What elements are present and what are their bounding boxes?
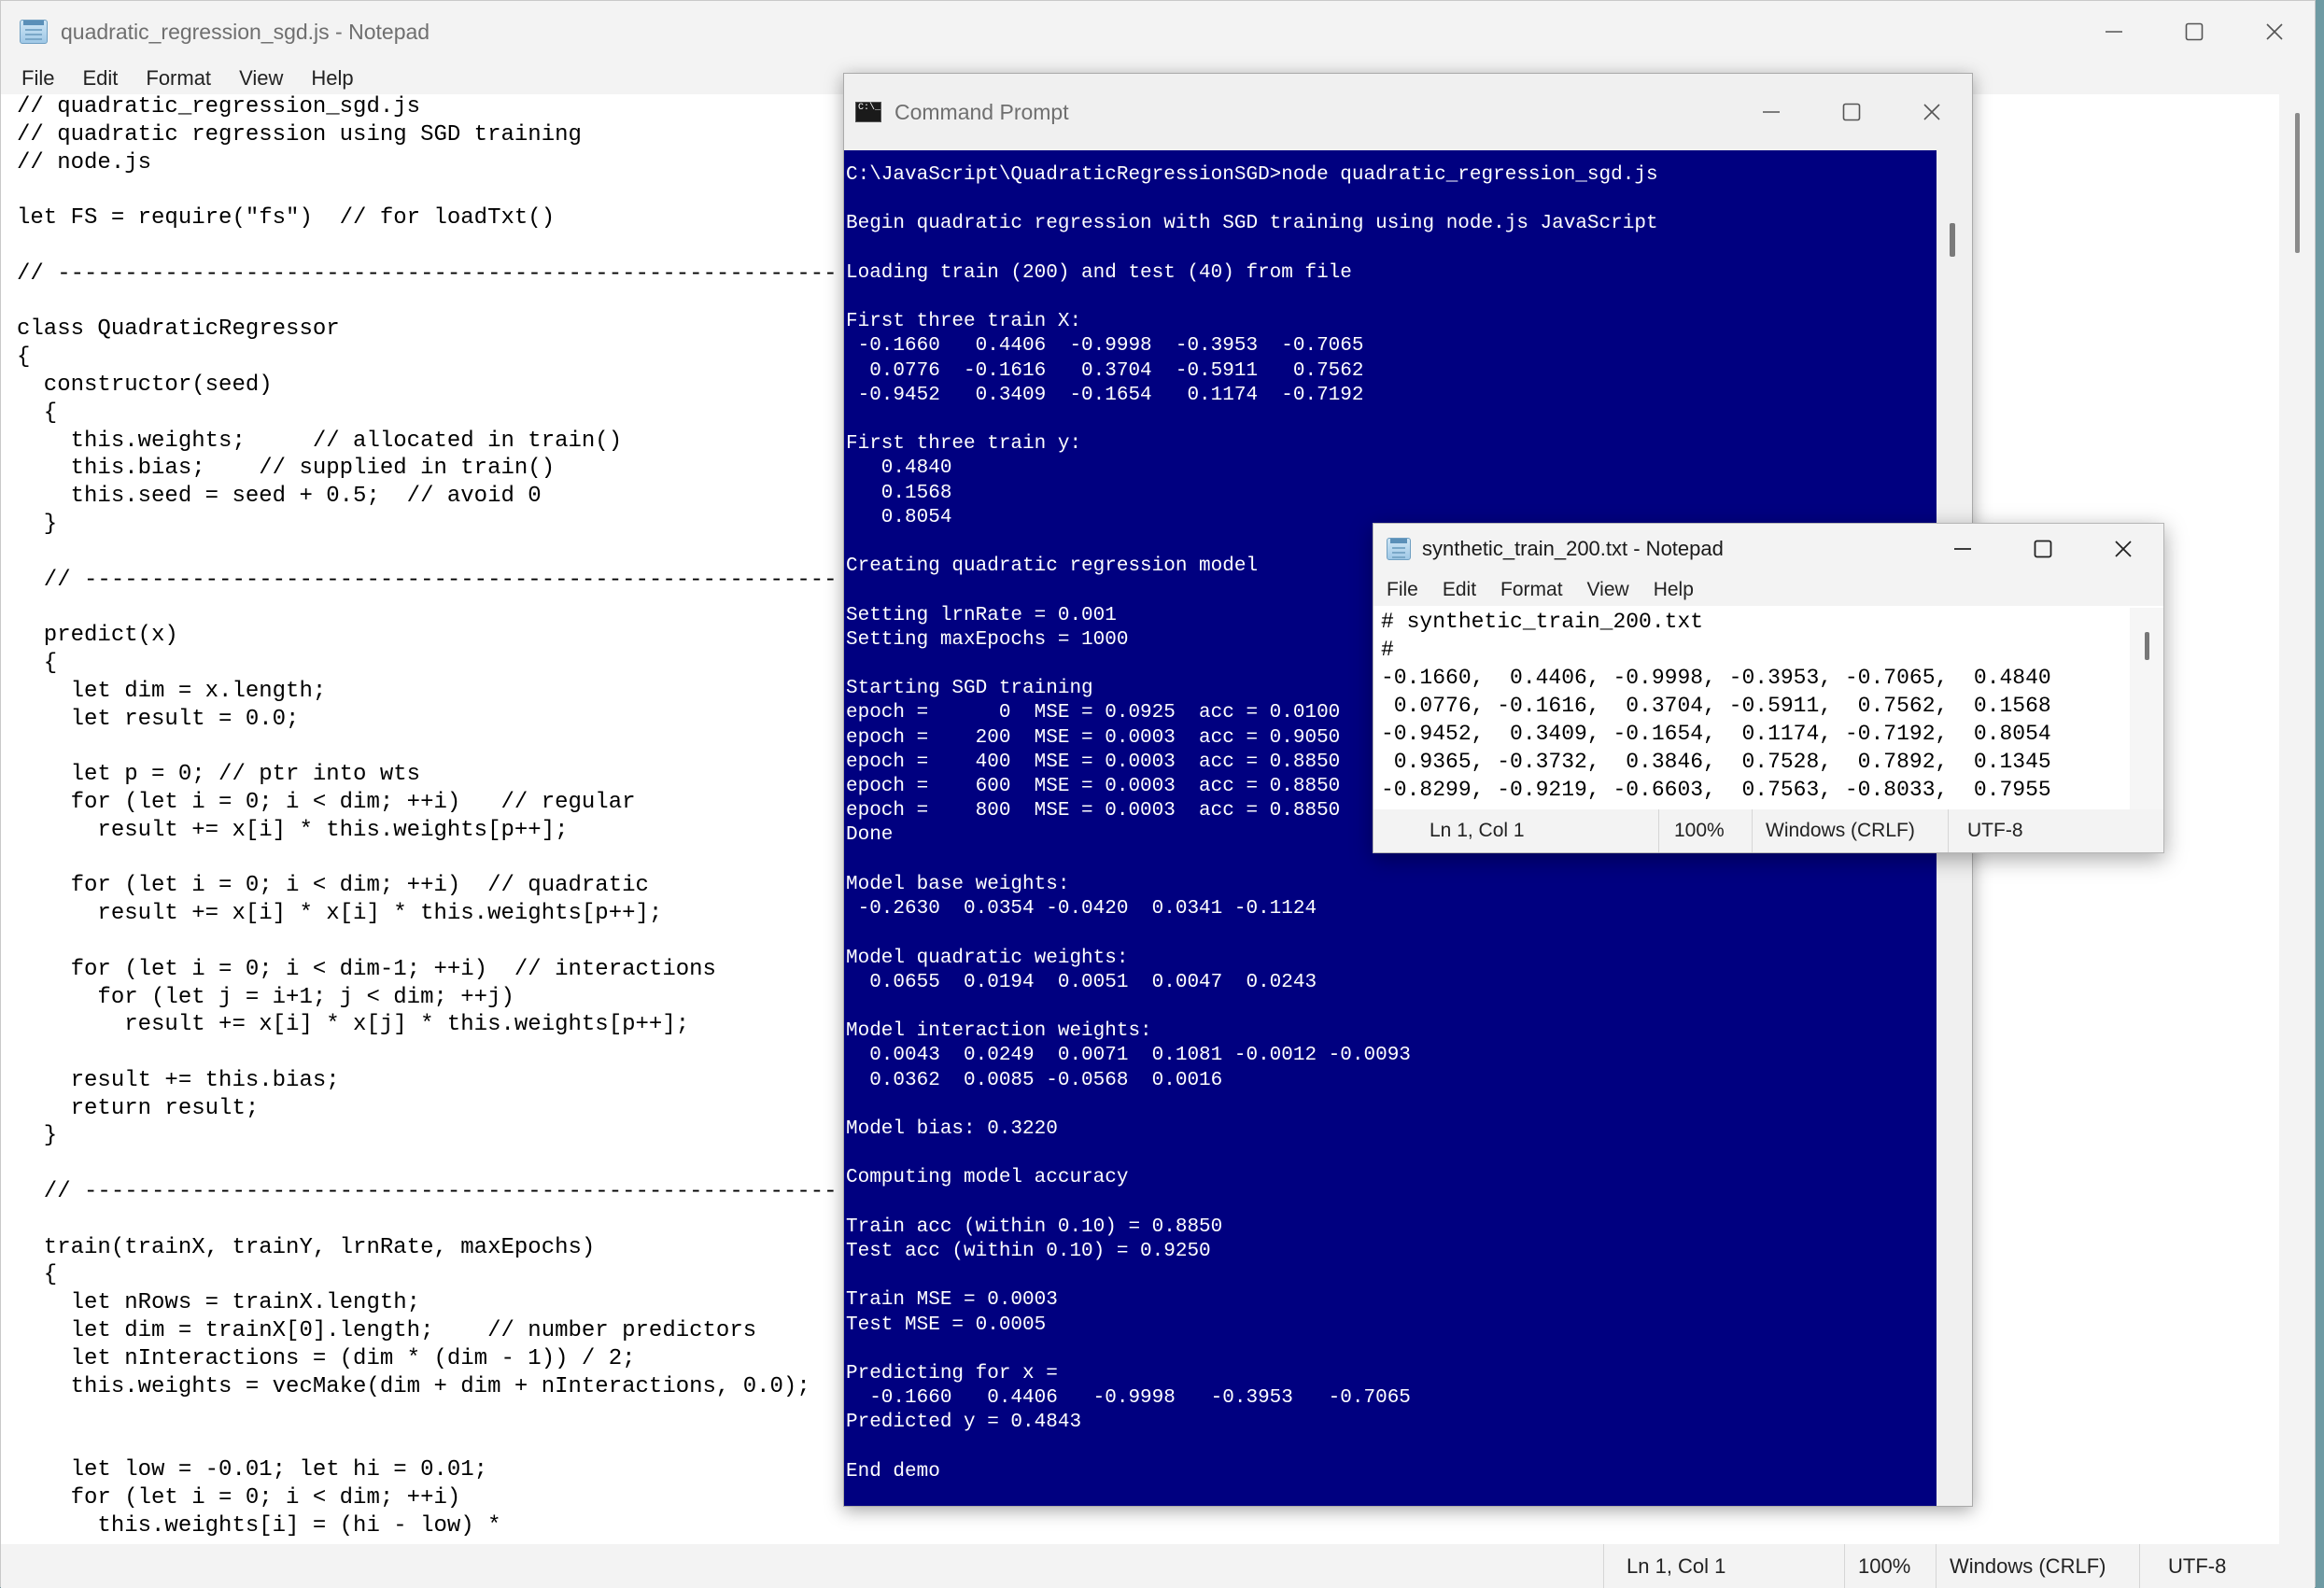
maximize-icon: [2185, 22, 2204, 41]
main-statusbar: Ln 1, Col 1 100% Windows (CRLF) UTF-8: [1, 1544, 2315, 1588]
cmd-scrollbar-thumb[interactable]: [1950, 223, 1955, 257]
menu-edit[interactable]: Edit: [1443, 579, 1476, 601]
close-icon: [2115, 541, 2132, 557]
menu-view[interactable]: View: [1587, 579, 1629, 601]
minimize-icon: [1763, 111, 1780, 113]
data-statusbar: Ln 1, Col 1 100% Windows (CRLF) UTF-8: [1373, 809, 2163, 852]
status-line-endings: Windows (CRLF): [1752, 809, 1948, 852]
minimize-icon: [1954, 548, 1971, 550]
close-button[interactable]: [2234, 1, 2315, 63]
menu-help[interactable]: Help: [311, 66, 353, 91]
menu-view[interactable]: View: [239, 66, 283, 91]
minimize-icon: [2106, 31, 2122, 33]
minimize-button[interactable]: [2074, 1, 2154, 63]
notepad-app-icon: [20, 20, 48, 44]
cmd-minimize-button[interactable]: [1731, 74, 1811, 150]
notepad-app-icon: [1387, 538, 1411, 560]
cmd-app-icon: C:\_: [855, 102, 881, 122]
menu-format[interactable]: Format: [146, 66, 211, 91]
scrollbar-thumb[interactable]: [2295, 113, 2300, 253]
status-encoding: UTF-8: [2139, 1544, 2315, 1588]
cmd-titlebar[interactable]: C:\_ Command Prompt: [844, 74, 1972, 150]
status-position: Ln 1, Col 1: [1603, 1544, 1844, 1588]
close-icon: [1923, 104, 1940, 120]
status-encoding: UTF-8: [1948, 809, 2163, 852]
close-icon: [2266, 23, 2283, 40]
status-line-endings: Windows (CRLF): [1936, 1544, 2139, 1588]
data-vertical-scrollbar[interactable]: [2130, 608, 2163, 809]
cmd-maximize-button[interactable]: [1811, 74, 1892, 150]
status-zoom: 100%: [1658, 809, 1752, 852]
data-notepad-title: synthetic_train_200.txt - Notepad: [1422, 537, 1724, 560]
data-scrollbar-thumb[interactable]: [2145, 632, 2149, 660]
menu-edit[interactable]: Edit: [82, 66, 118, 91]
menu-file[interactable]: File: [1387, 579, 1418, 601]
data-close-button[interactable]: [2083, 524, 2163, 574]
window-title: quadratic_regression_sgd.js - Notepad: [61, 19, 430, 44]
menu-file[interactable]: File: [21, 66, 54, 91]
status-position: Ln 1, Col 1: [1430, 820, 1525, 841]
cmd-window-title: Command Prompt: [894, 99, 1069, 124]
data-menubar: File Edit Format View Help: [1373, 574, 2163, 606]
cmd-close-button[interactable]: [1892, 74, 1972, 150]
status-zoom: 100%: [1844, 1544, 1936, 1588]
maximize-button[interactable]: [2154, 1, 2234, 63]
data-text-editor[interactable]: # synthetic_train_200.txt # -0.1660, 0.4…: [1381, 608, 2128, 809]
data-maximize-button[interactable]: [2003, 524, 2083, 574]
data-notepad-window[interactable]: synthetic_train_200.txt - Notepad File E…: [1373, 523, 2164, 853]
menu-format[interactable]: Format: [1500, 579, 1563, 601]
data-notepad-titlebar[interactable]: synthetic_train_200.txt - Notepad: [1373, 524, 2163, 574]
data-minimize-button[interactable]: [1923, 524, 2003, 574]
main-notepad-titlebar[interactable]: quadratic_regression_sgd.js - Notepad: [1, 1, 2315, 63]
editor-vertical-scrollbar[interactable]: [2279, 94, 2315, 1544]
menu-help[interactable]: Help: [1654, 579, 1694, 601]
maximize-icon: [2034, 540, 2052, 558]
maximize-icon: [1842, 103, 1861, 121]
